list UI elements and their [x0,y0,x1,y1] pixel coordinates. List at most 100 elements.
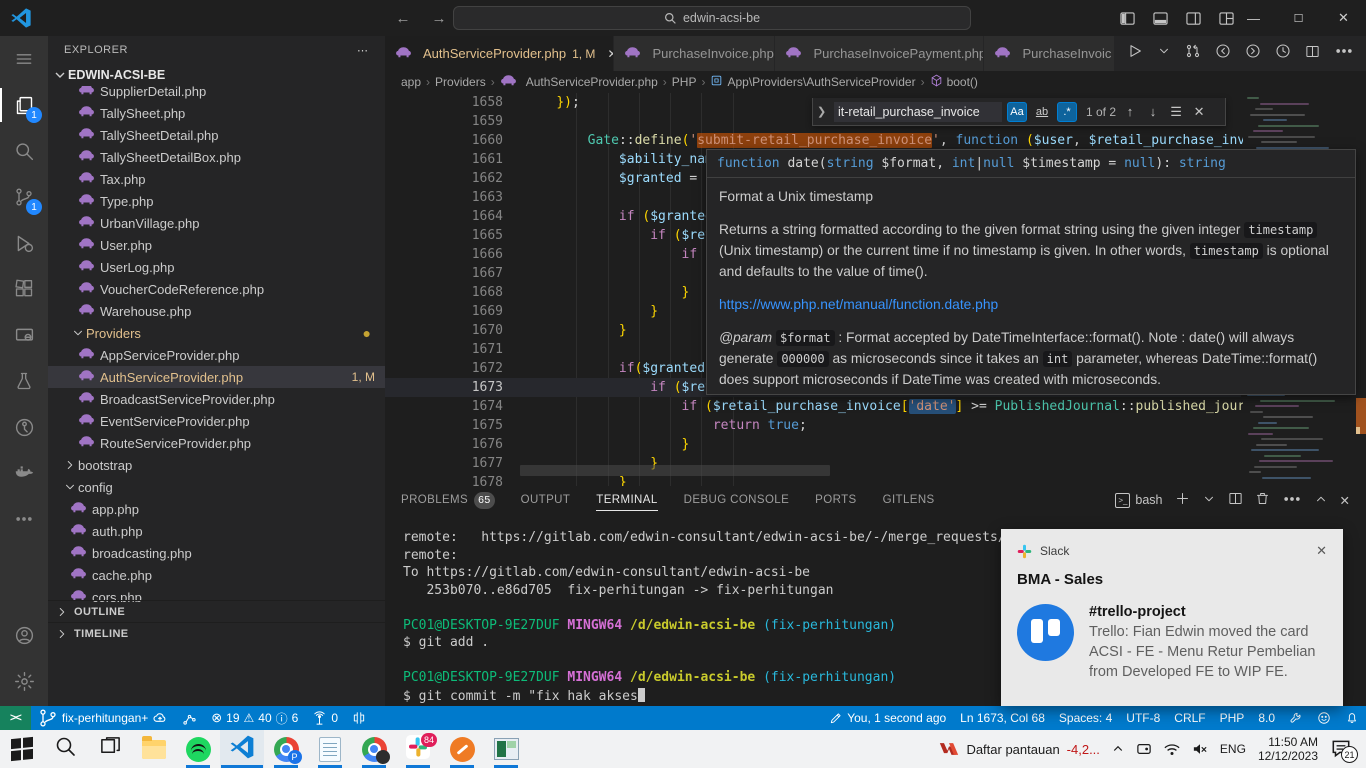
activity-menu[interactable] [0,36,48,82]
tree-file-user-php[interactable]: User.php [48,234,385,256]
match-case-button[interactable]: Aa [1007,102,1027,122]
explorer-more-actions[interactable]: ⋯ [357,44,369,57]
code-line-1675[interactable]: 1675 return true; [385,416,1241,435]
tree-file-authserviceprovider-php[interactable]: AuthServiceProvider.php1, M [48,366,385,388]
nav-forward-circle-icon[interactable] [1245,43,1261,64]
run-button[interactable] [1127,43,1143,64]
toggle-sidebar-icon[interactable] [1120,11,1135,26]
previous-match-button[interactable]: ↑ [1121,104,1139,119]
code-area[interactable]: 1658 });16591660 Gate::define('submit-re… [385,93,1366,486]
tree-file-routeserviceprovider-php[interactable]: RouteServiceProvider.php [48,432,385,454]
terminal-dropdown-icon[interactable] [1202,492,1216,509]
tab-authserviceprovider-php[interactable]: AuthServiceProvider.php1, M✕ [385,36,614,71]
more-actions-icon[interactable] [1334,41,1354,66]
tree-file-app-php[interactable]: app.php [48,498,385,520]
activity-search[interactable] [0,128,48,174]
tree-file-appserviceprovider-php[interactable]: AppServiceProvider.php [48,344,385,366]
action-center-button[interactable]: 21 [1330,737,1356,761]
tree-folder-config[interactable]: config [48,476,385,498]
minimize-button[interactable]: — [1231,0,1276,36]
activity-more[interactable] [0,496,48,542]
nav-back-button[interactable]: ← [392,6,414,30]
whole-word-button[interactable]: ab [1032,102,1052,122]
section-outline[interactable]: OUTLINE [48,600,385,622]
tree-file-tallysheetdetail-php[interactable]: TallySheetDetail.php [48,124,385,146]
breadcrumb-3[interactable]: AuthServiceProvider.php [500,72,658,92]
tree-folder-bootstrap[interactable]: bootstrap [48,454,385,476]
php-manual-link[interactable]: https://www.php.net/manual/function.date… [719,297,998,312]
split-editor-icon[interactable] [1305,44,1320,64]
toggle-panel-icon[interactable] [1153,11,1168,26]
taskbar-taskbar-search[interactable] [44,730,88,768]
tree-file-broadcastserviceprovider-php[interactable]: BroadcastServiceProvider.php [48,388,385,410]
breadcrumb-2[interactable]: Providers [435,75,486,89]
run-dropdown-icon[interactable] [1157,44,1171,63]
panel-tab-output[interactable]: OUTPUT [521,486,571,514]
breadcrumb-6[interactable]: boot() [930,74,978,90]
tree-file-vouchercodereference-php[interactable]: VoucherCodeReference.php [48,278,385,300]
activity-explorer[interactable]: 1 [0,82,48,128]
breadcrumb-5[interactable]: App\Providers\AuthServiceProvider [710,74,915,90]
code-line-1676[interactable]: 1676 } [385,435,1241,454]
find-input[interactable] [834,102,1002,122]
close-panel-icon[interactable]: ✕ [1340,493,1350,508]
tree-file-tax-php[interactable]: Tax.php [48,168,385,190]
kill-terminal-icon[interactable] [1255,491,1270,509]
activity-extensions[interactable] [0,266,48,312]
status-git-branch[interactable]: fix-perhitungan+ [31,706,175,730]
status-problems[interactable]: ⊗19⚠40ⓘ6 [204,706,305,730]
tree-file-eventserviceprovider-php[interactable]: EventServiceProvider.php [48,410,385,432]
code-line-1660[interactable]: 1660 Gate::define('submit-retail_purchas… [385,131,1241,150]
breadcrumb-4[interactable]: PHP [672,75,697,89]
taskbar-spotify[interactable] [176,730,220,768]
taskbar-vscode[interactable] [220,730,264,768]
close-find-button[interactable]: ✕ [1190,104,1208,120]
nav-back-circle-icon[interactable] [1215,43,1231,64]
stock-widget[interactable]: Daftar pantauan -4,2... [939,741,1099,757]
terminal-shell-selector[interactable]: >_bash [1115,493,1162,508]
panel-more-icon[interactable] [1282,489,1302,512]
maximize-button[interactable]: ☐ [1276,0,1321,36]
regex-button[interactable]: .* [1057,102,1077,122]
new-terminal-button[interactable] [1175,491,1190,509]
activity-remote-explorer[interactable] [0,312,48,358]
panel-tab-terminal[interactable]: TERMINAL [596,486,657,514]
status-compare[interactable] [345,706,373,730]
tree-folder-providers[interactable]: Providers● [48,322,385,344]
panel-tab-ports[interactable]: PORTS [815,486,856,514]
status-blame[interactable]: You, 1 second ago [822,706,953,730]
status-eol[interactable]: CRLF [1167,706,1212,730]
activity-accounts[interactable] [0,612,48,658]
tab-close-icon[interactable]: ✕ [607,47,614,61]
status-cursor-position[interactable]: Ln 1673, Col 68 [953,706,1052,730]
toggle-secondary-sidebar-icon[interactable] [1186,11,1201,26]
command-center-search[interactable]: edwin-acsi-be [453,6,971,30]
code-line-1674[interactable]: 1674 if ($retail_purchase_invoice['date'… [385,397,1241,416]
tree-file-tallysheetdetailbox-php[interactable]: TallySheetDetailBox.php [48,146,385,168]
tree-file-urbanvillage-php[interactable]: UrbanVillage.php [48,212,385,234]
slack-notification[interactable]: Slack ✕ BMA - Sales #trello-project Trel… [1001,529,1343,706]
status-encoding[interactable]: UTF-8 [1119,706,1167,730]
taskbar-task-view[interactable] [88,730,132,768]
breadcrumb-1[interactable]: app [401,75,421,89]
status-tools[interactable] [1282,706,1310,730]
nav-forward-button[interactable]: → [428,6,450,30]
panel-tab-gitlens[interactable]: GITLENS [883,486,935,514]
tray-clock[interactable]: 11:50 AM 12/12/2023 [1258,735,1318,763]
taskbar-excel[interactable] [484,730,528,768]
timeline-icon[interactable] [1275,43,1291,64]
tree-file-warehouse-php[interactable]: Warehouse.php [48,300,385,322]
status-remote-indicator[interactable]: >< [0,706,31,730]
taskbar-slack[interactable]: 84 [396,730,440,768]
tab-purchaseinvoice-php[interactable]: PurchaseInvoice.php [614,36,775,71]
toggle-replace-icon[interactable]: ❯ [817,105,829,118]
status-git-graph[interactable] [175,706,204,730]
activity-settings[interactable] [0,658,48,704]
next-match-button[interactable]: ↓ [1144,104,1162,119]
taskbar-file-explorer[interactable] [132,730,176,768]
activity-docker[interactable] [0,450,48,496]
find-in-selection-button[interactable]: ☰ [1167,104,1185,120]
status-php-version[interactable]: 8.0 [1251,706,1282,730]
activity-gitlens[interactable] [0,404,48,450]
tree-file-cache-php[interactable]: cache.php [48,564,385,586]
